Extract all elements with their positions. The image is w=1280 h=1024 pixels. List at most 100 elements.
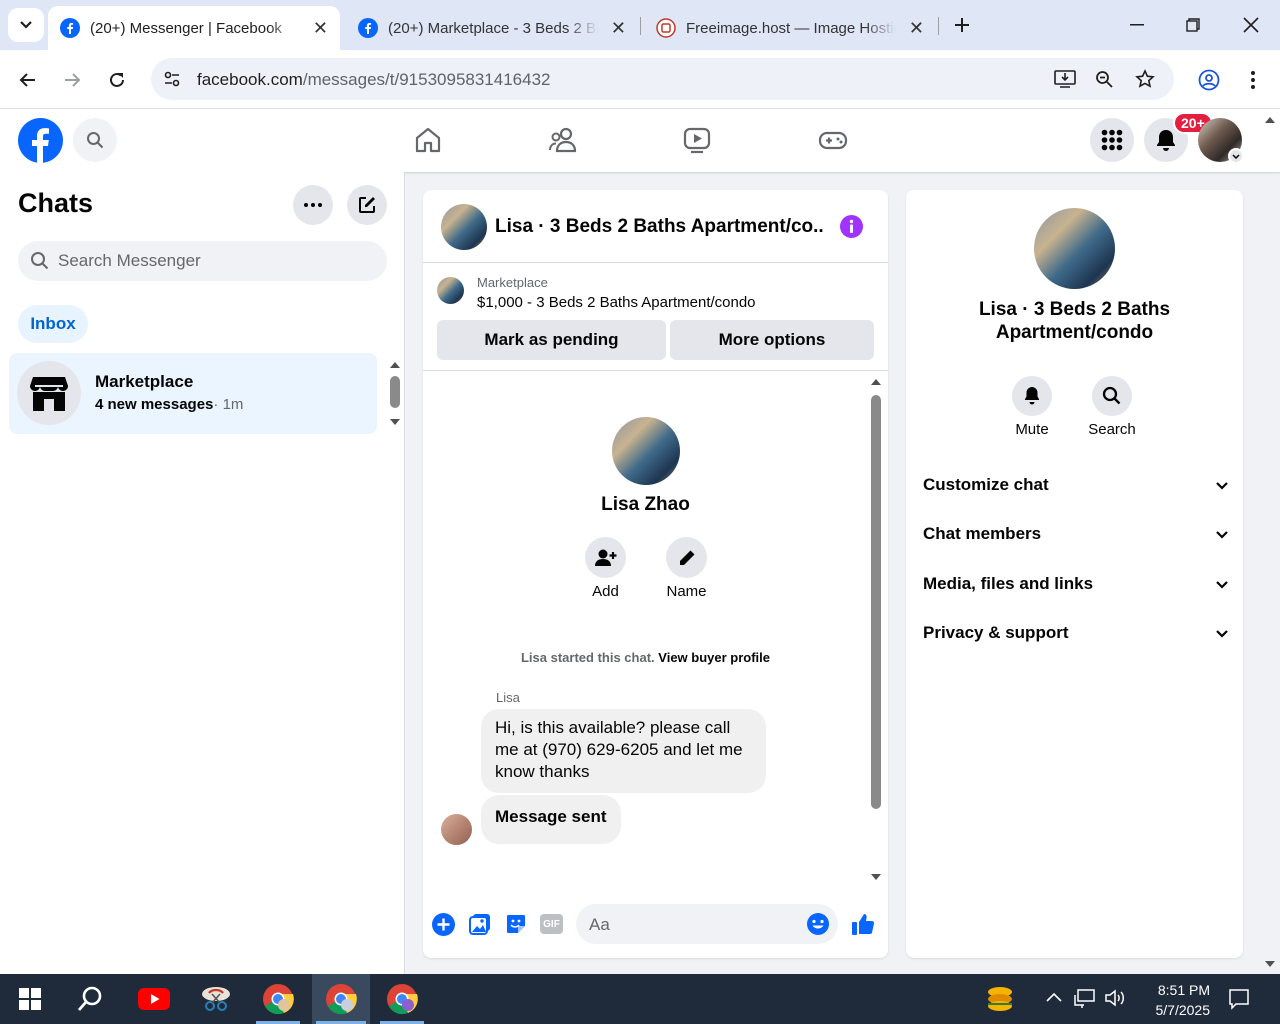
chrome-icon — [387, 984, 418, 1015]
new-tab-button[interactable] — [950, 12, 974, 38]
chevron-up-icon[interactable] — [1046, 992, 1062, 1002]
reload-button[interactable] — [102, 65, 132, 95]
start-button[interactable] — [4, 974, 56, 1024]
reload-icon — [110, 72, 124, 87]
chats-sidebar: Chats Search Messenger Inbox Marketplace… — [0, 172, 405, 974]
attach-photo-icon[interactable] — [469, 913, 491, 935]
chat-info-panel: Lisa · 3 Beds 2 Baths Apartment/condo Mu… — [906, 190, 1243, 958]
listing-title[interactable]: $1,000 - 3 Beds 2 Baths Apartment/condo — [477, 294, 756, 311]
search-label: Search — [1088, 421, 1136, 438]
address-bar[interactable]: facebook.com/messages/t/9153095831416432 — [151, 58, 1174, 100]
notification-center-icon[interactable] — [1228, 988, 1250, 1010]
search-in-conversation-button[interactable] — [1092, 376, 1132, 416]
close-window-button[interactable] — [1238, 12, 1264, 38]
account-chevron[interactable] — [1228, 148, 1244, 164]
conversation-avatar[interactable] — [441, 204, 487, 250]
message-bubble[interactable]: Hi, is this available? please call me at… — [481, 709, 766, 793]
chats-title: Chats — [18, 188, 94, 218]
gif-button[interactable]: GIF — [540, 914, 563, 934]
page-scroll-up-icon[interactable] — [1264, 116, 1276, 124]
chats-options-button[interactable] — [293, 185, 333, 225]
bell-icon — [1025, 387, 1039, 405]
install-app-icon[interactable] — [1054, 69, 1076, 89]
tab-divider — [640, 17, 641, 35]
name-chat-button[interactable] — [666, 537, 707, 578]
conversation-title[interactable]: Lisa · 3 Beds 2 Baths Apartment/co... — [495, 216, 825, 238]
account-circle-icon — [1198, 69, 1220, 91]
message-bubble[interactable]: Message sent — [481, 795, 621, 844]
forward-button[interactable] — [57, 65, 87, 95]
site-settings-icon[interactable] — [163, 70, 181, 88]
tab-search-button[interactable] — [8, 8, 44, 42]
minimize-button[interactable] — [1124, 12, 1150, 38]
windows-logo-icon — [19, 988, 41, 1010]
inbox-filter[interactable]: Inbox — [18, 305, 88, 343]
search-messenger-input[interactable]: Search Messenger — [18, 241, 387, 281]
mute-button[interactable] — [1012, 376, 1052, 416]
privacy-support-section[interactable]: Privacy & support — [923, 613, 1229, 653]
thumbs-up-icon[interactable] — [851, 912, 875, 936]
mark-as-pending-button[interactable]: Mark as pending — [437, 320, 666, 360]
scroll-down-arrow-icon[interactable] — [870, 873, 882, 881]
add-member-button[interactable] — [585, 537, 626, 578]
browser-tab-marketplace[interactable]: (20+) Marketplace - 3 Beds 2 Baths ✕ — [346, 6, 638, 50]
taskbar-chrome-3[interactable] — [376, 974, 428, 1024]
taskbar-youtube[interactable] — [128, 974, 180, 1024]
gaming-icon[interactable] — [818, 126, 848, 154]
zoom-icon[interactable] — [1095, 70, 1113, 88]
sticker-icon[interactable] — [505, 913, 527, 935]
friends-icon[interactable] — [548, 126, 578, 154]
bookmark-star-icon[interactable] — [1135, 69, 1155, 89]
watch-video-icon[interactable] — [683, 126, 711, 154]
taskbar-app-snip[interactable] — [190, 974, 242, 1024]
taskbar-chrome-1[interactable] — [252, 974, 304, 1024]
messages-scrollbar-thumb[interactable] — [871, 395, 881, 809]
close-tab-icon[interactable]: ✕ — [611, 18, 626, 39]
home-icon[interactable] — [414, 126, 442, 154]
plus-circle-icon[interactable] — [432, 913, 455, 936]
more-horizontal-icon — [304, 203, 322, 207]
scroll-up-arrow-icon[interactable] — [870, 378, 882, 386]
close-tab-icon[interactable]: ✕ — [313, 18, 328, 39]
profile-avatar[interactable] — [612, 417, 680, 485]
profile-button[interactable] — [1194, 65, 1224, 95]
media-files-links-section[interactable]: Media, files and links — [923, 564, 1229, 604]
chats-scrollbar-thumb[interactable] — [390, 376, 400, 408]
chat-members-section[interactable]: Chat members — [923, 514, 1229, 554]
facebook-icon — [358, 18, 378, 38]
message-input[interactable]: Aa — [576, 904, 838, 944]
taskbar-search-button[interactable] — [64, 974, 116, 1024]
chrome-icon — [263, 984, 294, 1015]
volume-icon[interactable] — [1104, 988, 1126, 1008]
view-buyer-profile-link[interactable]: View buyer profile — [658, 650, 770, 665]
windows-taskbar: 8:51 PM 5/7/2025 — [0, 974, 1280, 1024]
browser-tab-freeimage[interactable]: Freeimage.host — Image Hosting ✕ — [644, 6, 936, 50]
emoji-icon[interactable] — [806, 912, 830, 936]
back-button[interactable] — [13, 65, 43, 95]
scroll-down-arrow-icon[interactable] — [389, 418, 401, 426]
chat-started-notice: Lisa started this chat. View buyer profi… — [423, 650, 868, 665]
minimize-icon — [1130, 24, 1144, 26]
close-tab-icon[interactable]: ✕ — [909, 18, 924, 39]
customize-chat-section[interactable]: Customize chat — [923, 465, 1229, 505]
scroll-up-arrow-icon[interactable] — [389, 361, 401, 369]
facebook-search-button[interactable] — [73, 118, 117, 162]
more-options-button[interactable]: More options — [670, 320, 874, 360]
clock[interactable]: 8:51 PM 5/7/2025 — [1136, 980, 1211, 1020]
restore-button[interactable] — [1180, 12, 1206, 38]
page-scroll-down-icon[interactable] — [1264, 960, 1276, 968]
info-avatar[interactable] — [1034, 208, 1115, 289]
facebook-logo-icon[interactable] — [18, 118, 63, 163]
browser-tab-messenger[interactable]: (20+) Messenger | Facebook ✕ — [48, 6, 340, 50]
bell-icon — [1157, 130, 1175, 151]
info-icon[interactable] — [840, 215, 863, 238]
new-message-button[interactable] — [347, 185, 387, 225]
network-icon[interactable] — [1074, 988, 1096, 1008]
taskbar-chrome-2[interactable] — [312, 974, 370, 1024]
chrome-icon — [326, 984, 357, 1015]
menu-button[interactable] — [1090, 118, 1134, 162]
browser-menu-button[interactable] — [1238, 65, 1268, 95]
chat-list-item-marketplace[interactable]: Marketplace 4 new messages· 1m — [9, 353, 377, 434]
coins-tray-icon[interactable] — [984, 984, 1016, 1014]
listing-thumbnail[interactable] — [437, 277, 464, 304]
